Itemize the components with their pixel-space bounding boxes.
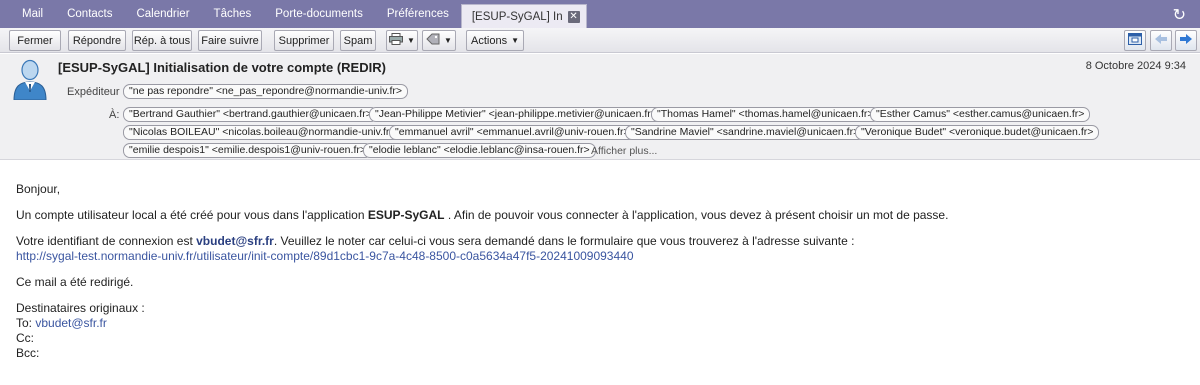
app-name: ESUP-SyGAL <box>367 208 445 222</box>
tab-open-message[interactable]: [ESUP-SyGAL] In ✕ <box>460 4 587 28</box>
tab-open-message-label: [ESUP-SyGAL] In <box>471 10 563 23</box>
tab-calendar[interactable]: Calendrier <box>124 0 201 28</box>
next-message-button[interactable] <box>1175 30 1197 51</box>
reply-button[interactable]: Répondre <box>68 30 126 51</box>
recipient-chip[interactable]: "Thomas Hamel" <thomas.hamel@unicaen.fr> <box>651 107 880 122</box>
close-button[interactable]: Fermer <box>9 30 61 51</box>
body-text: . Veuillez le noter car celui-ci vous se… <box>273 234 855 248</box>
spam-button[interactable]: Spam <box>340 30 376 51</box>
tab-contacts[interactable]: Contacts <box>55 0 124 28</box>
print-dropdown[interactable]: ▼ <box>386 30 418 51</box>
recipient-chip[interactable]: "Veronique Budet" <veronique.budet@unica… <box>855 125 1100 140</box>
body-text: Un compte utilisateur local a été créé p… <box>16 208 368 222</box>
detach-window-icon <box>1128 33 1142 48</box>
recipient-chip[interactable]: "Sandrine Maviel" <sandrine.maviel@unica… <box>625 125 866 140</box>
recipient-chip[interactable]: "Nicolas BOILEAU" <nicolas.boileau@norma… <box>123 125 402 140</box>
tag-dropdown[interactable]: ▼ <box>422 30 456 51</box>
actions-dropdown[interactable]: Actions ▼ <box>466 30 524 51</box>
printer-icon <box>389 33 404 48</box>
login-email-link[interactable]: vbudet@sfr.fr <box>196 234 274 248</box>
reply-all-button[interactable]: Rép. à tous <box>132 30 192 51</box>
original-cc-line: Cc: <box>16 331 34 345</box>
greeting: Bonjour, <box>16 182 61 196</box>
body-text: Votre identifiant de connexion est <box>16 234 197 248</box>
message-toolbar: Fermer Répondre Rép. à tous Faire suivre… <box>0 28 1200 53</box>
close-icon[interactable]: ✕ <box>567 10 580 23</box>
app-tab-bar: Mail Contacts Calendrier Tâches Porte-do… <box>0 0 1200 28</box>
tab-tasks[interactable]: Tâches <box>202 0 264 28</box>
recipient-chip[interactable]: "Jean-Philippe Metivier" <jean-philippe.… <box>369 107 663 122</box>
recipient-chip[interactable]: "Bertrand Gauthier" <bertrand.gauthier@u… <box>123 107 378 122</box>
body-text: . Afin de pouvoir vous connecter à l'app… <box>444 208 949 222</box>
actions-label: Actions <box>471 34 508 47</box>
chevron-down-icon: ▼ <box>511 36 519 45</box>
body-paragraph-account: Un compte utilisateur local a été créé p… <box>16 208 1186 223</box>
to-field-label: To: <box>16 316 36 330</box>
chevron-down-icon: ▼ <box>407 36 415 45</box>
show-more-recipients-link[interactable]: Afficher plus... <box>591 145 657 157</box>
tag-icon <box>426 33 440 48</box>
previous-message-button[interactable] <box>1150 30 1172 51</box>
recipient-chip[interactable]: "emilie despois1" <emilie.despois1@univ-… <box>123 143 372 158</box>
message-subject: [ESUP-SyGAL] Initialisation de votre com… <box>58 60 386 75</box>
original-recipients-label: Destinataires originaux : <box>16 301 145 315</box>
original-to-line: To: vbudet@sfr.fr <box>16 316 1186 331</box>
delete-button[interactable]: Supprimer <box>274 30 334 51</box>
avatar <box>12 58 48 101</box>
original-to-link[interactable]: vbudet@sfr.fr <box>35 316 107 330</box>
message-date: 8 Octobre 2024 9:34 <box>1085 60 1186 72</box>
message-body: Bonjour, Un compte utilisateur local a é… <box>16 182 1186 361</box>
refresh-icon[interactable]: ↻ <box>1173 5 1186 25</box>
recipient-chip[interactable]: "elodie leblanc" <elodie.leblanc@insa-ro… <box>363 143 596 158</box>
to-label: À: <box>109 109 120 121</box>
original-bcc-line: Bcc: <box>16 346 40 360</box>
tab-mail[interactable]: Mail <box>0 0 55 28</box>
forward-button[interactable]: Faire suivre <box>198 30 262 51</box>
tab-preferences[interactable]: Préférences <box>375 0 461 28</box>
recipient-chip[interactable]: "Esther Camus" <esther.camus@unicaen.fr> <box>870 107 1091 122</box>
body-paragraph-login: Votre identifiant de connexion est vbude… <box>16 234 1186 249</box>
chevron-down-icon: ▼ <box>444 36 452 45</box>
detach-window-button[interactable] <box>1124 30 1146 51</box>
arrow-right-icon <box>1179 33 1193 48</box>
sender-chip[interactable]: "ne pas repondre" <ne_pas_repondre@norma… <box>123 84 409 99</box>
message-header: [ESUP-SyGAL] Initialisation de votre com… <box>0 54 1200 160</box>
sender-label: Expéditeur : <box>67 86 126 98</box>
arrow-left-icon <box>1154 33 1168 48</box>
tab-briefcase[interactable]: Porte-documents <box>263 0 375 28</box>
recipient-chip[interactable]: "emmanuel avril" <emmanuel.avril@univ-ro… <box>389 125 636 140</box>
redirect-note: Ce mail a été redirigé. <box>16 275 134 289</box>
init-account-link[interactable]: http://sygal-test.normandie-univ.fr/util… <box>16 249 634 263</box>
